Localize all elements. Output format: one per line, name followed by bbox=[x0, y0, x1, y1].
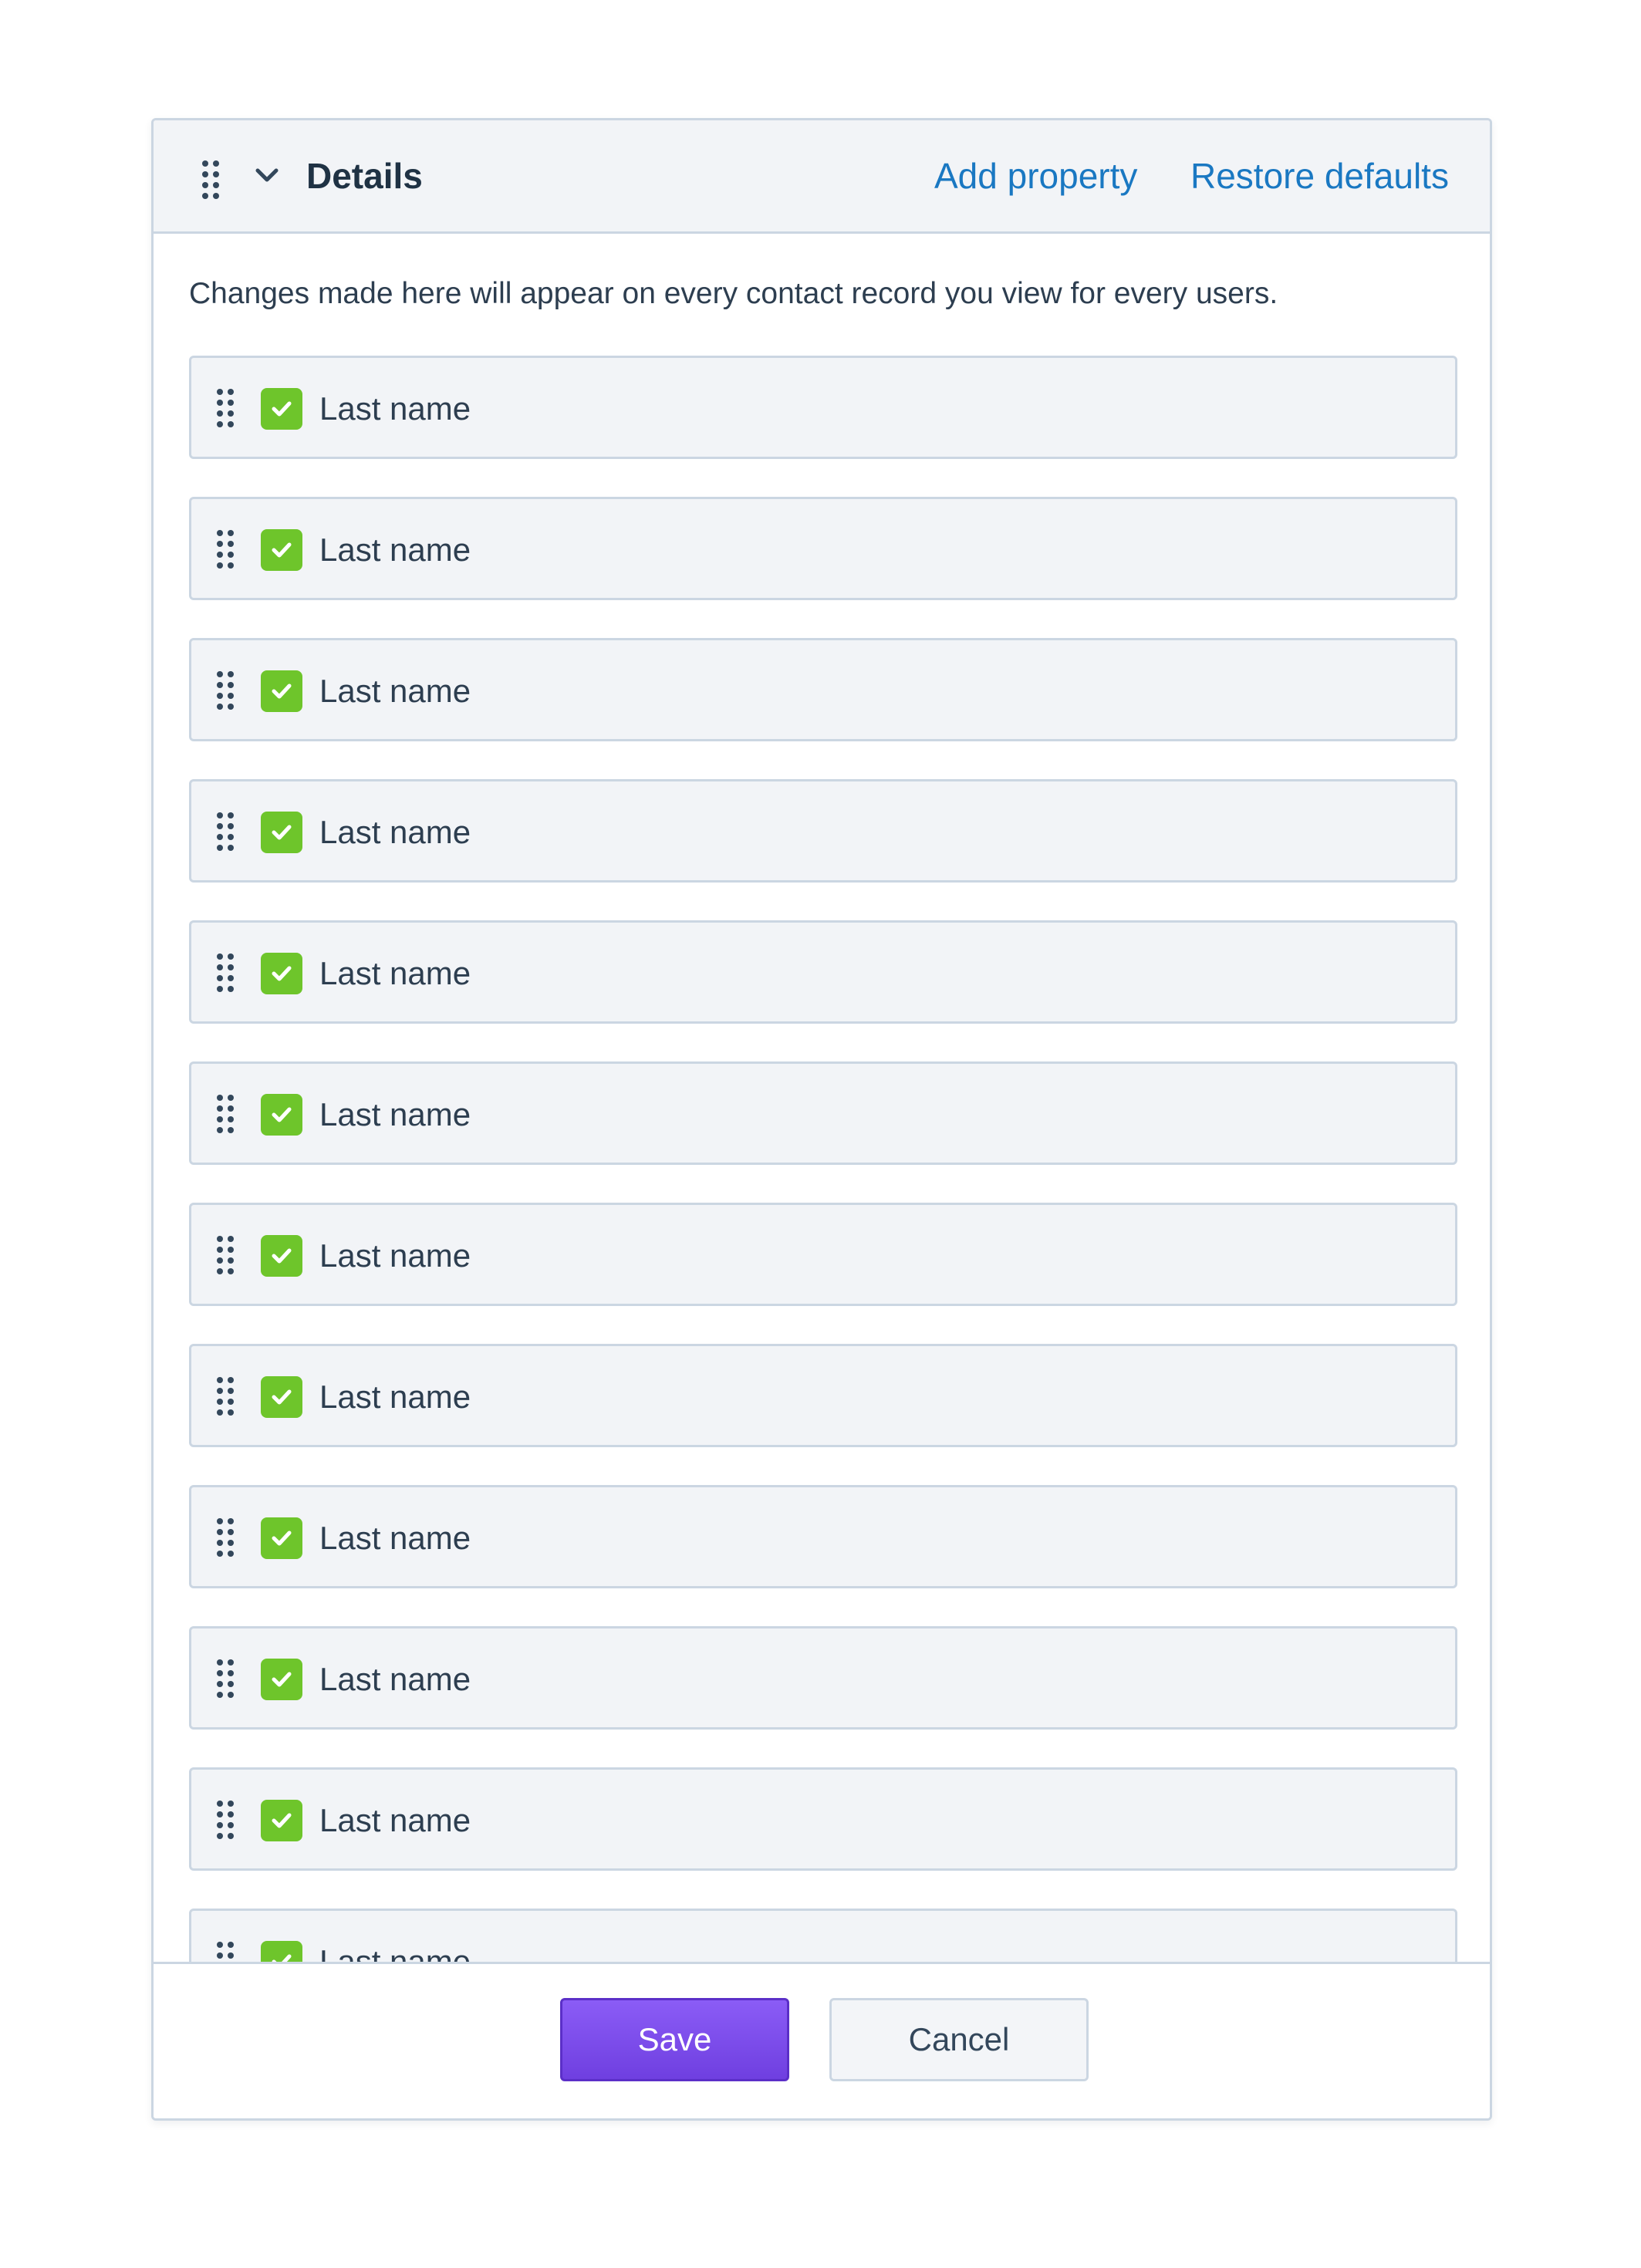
property-checkbox[interactable] bbox=[261, 1659, 302, 1700]
property-checkbox[interactable] bbox=[261, 953, 302, 994]
property-label: Last name bbox=[319, 1943, 471, 1964]
property-row[interactable]: Last name bbox=[189, 356, 1457, 459]
drag-handle-icon[interactable] bbox=[217, 1942, 234, 1964]
property-row[interactable]: Last name bbox=[189, 1909, 1457, 1964]
drag-handle-icon[interactable] bbox=[217, 1095, 234, 1133]
property-row[interactable]: Last name bbox=[189, 1485, 1457, 1588]
save-button[interactable]: Save bbox=[560, 1998, 789, 2081]
drag-handle-icon[interactable] bbox=[217, 671, 234, 710]
property-row[interactable]: Last name bbox=[189, 1203, 1457, 1306]
property-checkbox[interactable] bbox=[261, 1517, 302, 1559]
checkmark-icon bbox=[272, 683, 292, 699]
drag-handle-icon[interactable] bbox=[202, 160, 219, 199]
checkmark-icon bbox=[272, 1107, 292, 1122]
property-row[interactable]: Last name bbox=[189, 1626, 1457, 1730]
property-row[interactable]: Last name bbox=[189, 1767, 1457, 1871]
property-row[interactable]: Last name bbox=[189, 497, 1457, 600]
property-checkbox[interactable] bbox=[261, 812, 302, 853]
add-property-link[interactable]: Add property bbox=[934, 154, 1137, 197]
drag-handle-icon[interactable] bbox=[217, 1518, 234, 1557]
info-text: Changes made here will appear on every c… bbox=[189, 277, 1278, 310]
drag-handle-icon[interactable] bbox=[217, 1659, 234, 1698]
checkmark-icon bbox=[272, 1389, 292, 1405]
drag-handle-icon[interactable] bbox=[217, 530, 234, 569]
property-row[interactable]: Last name bbox=[189, 638, 1457, 741]
property-row[interactable]: Last name bbox=[189, 920, 1457, 1024]
drag-handle-icon[interactable] bbox=[217, 1801, 234, 1839]
panel-title: Details bbox=[306, 156, 423, 196]
property-label: Last name bbox=[319, 955, 471, 991]
drag-handle-icon[interactable] bbox=[217, 812, 234, 851]
property-label: Last name bbox=[319, 814, 471, 850]
property-label: Last name bbox=[319, 1237, 471, 1274]
drag-handle-icon[interactable] bbox=[217, 1377, 234, 1416]
property-checkbox[interactable] bbox=[261, 1941, 302, 1964]
property-checkbox[interactable] bbox=[261, 1094, 302, 1136]
property-list[interactable]: Changes made here will appear on every c… bbox=[154, 120, 1490, 1964]
checkmark-icon bbox=[272, 1248, 292, 1264]
property-label: Last name bbox=[319, 1520, 471, 1556]
checkmark-icon bbox=[272, 542, 292, 558]
property-checkbox[interactable] bbox=[261, 670, 302, 712]
property-label: Last name bbox=[319, 1661, 471, 1697]
property-label: Last name bbox=[319, 390, 471, 427]
property-row[interactable]: Last name bbox=[189, 779, 1457, 883]
drag-handle-icon[interactable] bbox=[217, 389, 234, 427]
property-checkbox[interactable] bbox=[261, 388, 302, 430]
checkmark-icon bbox=[272, 1813, 292, 1828]
cancel-button[interactable]: Cancel bbox=[829, 1998, 1089, 2081]
panel-header: Details Add property Restore defaults bbox=[154, 120, 1490, 234]
checkmark-icon bbox=[272, 1531, 292, 1546]
panel-footer: Save Cancel bbox=[154, 1962, 1490, 2118]
restore-defaults-link[interactable]: Restore defaults bbox=[1190, 154, 1449, 197]
property-label: Last name bbox=[319, 1802, 471, 1838]
property-checkbox[interactable] bbox=[261, 1800, 302, 1841]
drag-handle-icon[interactable] bbox=[217, 953, 234, 992]
drag-handle-icon[interactable] bbox=[217, 1236, 234, 1274]
chevron-down-icon[interactable] bbox=[254, 162, 280, 188]
property-label: Last name bbox=[319, 532, 471, 568]
property-checkbox[interactable] bbox=[261, 1235, 302, 1277]
details-panel: Changes made here will appear on every c… bbox=[151, 118, 1492, 2121]
checkmark-icon bbox=[272, 966, 292, 981]
property-row[interactable]: Last name bbox=[189, 1344, 1457, 1447]
property-label: Last name bbox=[319, 1096, 471, 1132]
property-label: Last name bbox=[319, 673, 471, 709]
checkmark-icon bbox=[272, 825, 292, 840]
property-row[interactable]: Last name bbox=[189, 1061, 1457, 1165]
checkmark-icon bbox=[272, 401, 292, 417]
property-label: Last name bbox=[319, 1379, 471, 1415]
checkmark-icon bbox=[272, 1672, 292, 1687]
property-checkbox[interactable] bbox=[261, 529, 302, 571]
property-checkbox[interactable] bbox=[261, 1376, 302, 1418]
